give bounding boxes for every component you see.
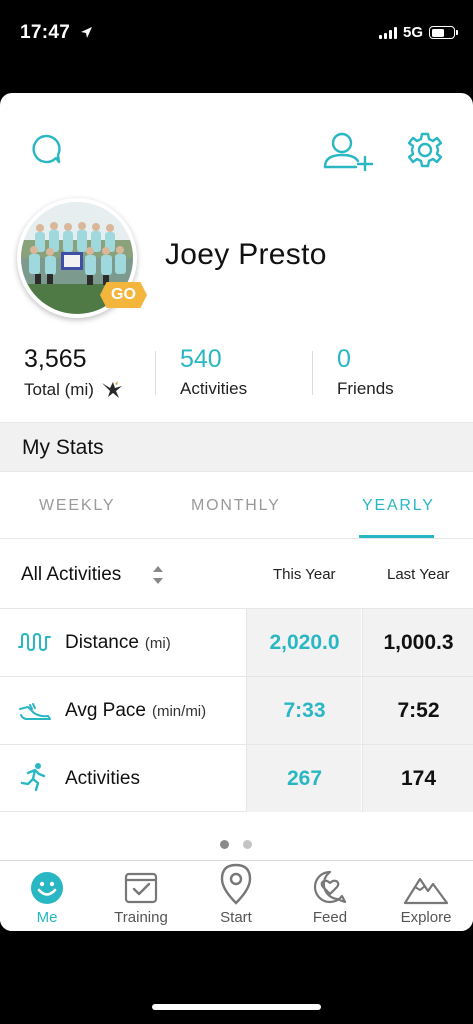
activities-value: 540 — [180, 345, 222, 373]
network-label: 5G — [402, 24, 423, 41]
signal-icon — [378, 26, 397, 39]
go-badge: GO — [100, 282, 147, 308]
friends-stat[interactable]: 0 Friends — [337, 345, 394, 399]
activities-label: Activities — [180, 379, 248, 398]
page-indicator — [220, 840, 252, 849]
eagle-icon — [101, 381, 122, 398]
tab-start[interactable]: Start — [205, 861, 267, 931]
map-pin-icon — [220, 863, 252, 905]
cell-this-year: 7:33 — [246, 677, 361, 744]
tab-feed-label: Feed — [312, 909, 348, 926]
cell-last-year: 7:52 — [362, 677, 473, 744]
cell-this-year: 267 — [246, 745, 361, 812]
row-label: Distance (mi) — [65, 632, 171, 654]
tab-feed[interactable]: Feed — [296, 861, 364, 931]
row-label: Activities — [65, 768, 146, 790]
add-friend-icon[interactable] — [322, 131, 374, 176]
tab-weekly[interactable]: WEEKLY — [39, 497, 115, 515]
total-distance-label-text: Total (mi) — [24, 380, 94, 399]
cell-last-year: 174 — [362, 745, 473, 812]
friends-label: Friends — [337, 379, 394, 398]
column-this-year: This Year — [273, 566, 336, 583]
gear-icon[interactable] — [406, 131, 444, 174]
value-this-year: 7:33 — [283, 699, 326, 722]
home-indicator[interactable] — [152, 1004, 321, 1010]
value-this-year: 2,020.0 — [269, 631, 340, 654]
row-label-text: Avg Pace — [65, 700, 146, 721]
activities-stat[interactable]: 540 Activities — [180, 345, 247, 399]
calendar-check-icon — [124, 872, 158, 904]
row-unit: (mi) — [144, 635, 171, 652]
table-row: Avg Pace (min/mi) 7:33 7:52 — [0, 676, 473, 744]
row-unit: (min/mi) — [151, 703, 207, 720]
chat-icon[interactable] — [29, 133, 63, 172]
value-this-year: 267 — [286, 767, 323, 790]
table-row: Activities 267 174 — [0, 744, 473, 812]
row-label-text: Distance — [65, 632, 139, 653]
my-stats-title: My Stats — [22, 436, 104, 459]
sort-arrows-icon[interactable] — [151, 564, 165, 586]
value-last-year: 174 — [400, 767, 437, 790]
tab-monthly[interactable]: MONTHLY — [191, 497, 281, 515]
runner-icon — [20, 763, 46, 792]
tab-me-label: Me — [36, 909, 58, 926]
status-right: 5G — [378, 24, 458, 41]
activity-filter-select[interactable]: All Activities — [21, 564, 121, 586]
value-last-year: 1,000.3 — [383, 631, 454, 654]
page-dot-active[interactable] — [220, 840, 229, 849]
total-distance-label: Total (mi) — [24, 379, 123, 400]
status-bar: 17:47 5G — [0, 0, 473, 70]
stats-table: Distance (mi) 2,020.0 1,000.3 Avg Pace (mi… — [0, 608, 473, 812]
distance-icon — [18, 633, 51, 651]
heart-bubble-icon — [313, 870, 347, 904]
row-label: Avg Pace (min/mi) — [65, 700, 206, 722]
tab-training[interactable]: Training — [104, 861, 178, 931]
cell-this-year: 2,020.0 — [246, 609, 361, 676]
tab-me[interactable]: Me — [14, 861, 80, 931]
stat-divider — [155, 351, 156, 395]
row-label-text: Activities — [65, 768, 140, 789]
smiley-icon — [31, 872, 63, 904]
total-distance-stat: 3,565 Total (mi) — [24, 345, 123, 400]
friends-value: 0 — [337, 345, 351, 373]
tab-explore-label: Explore — [400, 909, 452, 926]
status-time-text: 17:47 — [20, 22, 71, 43]
mountain-icon — [403, 877, 449, 905]
column-last-year: Last Year — [387, 566, 450, 583]
stat-divider — [312, 351, 313, 395]
battery-icon — [429, 26, 458, 39]
user-name: Joey Presto — [165, 238, 327, 271]
tab-training-label: Training — [114, 909, 168, 926]
value-last-year: 7:52 — [397, 699, 440, 722]
tab-yearly[interactable]: YEARLY — [362, 497, 435, 515]
period-tabs: WEEKLY MONTHLY YEARLY — [0, 473, 473, 539]
location-arrow-icon — [80, 27, 92, 38]
table-row: Distance (mi) 2,020.0 1,000.3 — [0, 608, 473, 676]
tab-start-label: Start — [220, 909, 252, 926]
my-stats-header: My Stats — [0, 422, 473, 472]
shoe-icon — [19, 703, 51, 720]
filter-row: All Activities This Year Last Year — [0, 540, 473, 608]
cell-last-year: 1,000.3 — [362, 609, 473, 676]
total-distance-value: 3,565 — [24, 345, 87, 373]
page-dot[interactable] — [243, 840, 252, 849]
tab-bar: Me Training Start Feed Explore — [0, 860, 473, 931]
tab-selected-underline — [359, 535, 434, 538]
status-time: 17:47 — [20, 22, 93, 44]
profile-card: GO Joey Presto 3,565 Total (mi) 540 Acti… — [0, 93, 473, 931]
tab-explore[interactable]: Explore — [390, 861, 462, 931]
